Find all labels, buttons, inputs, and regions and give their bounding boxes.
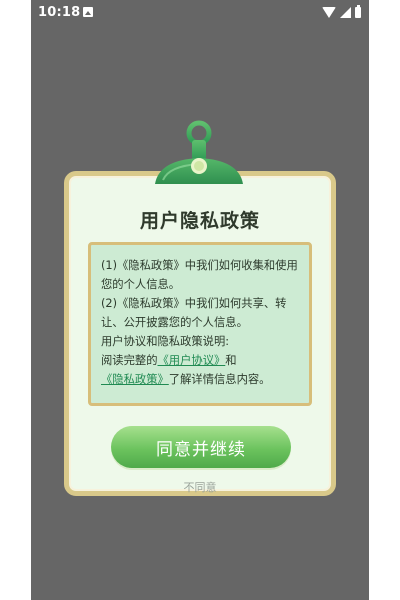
policy-line-4-prefix: 阅读完整的: [101, 354, 158, 367]
policy-line-4-suffix: 了解详情信息内容。: [168, 373, 271, 386]
battery-icon: [355, 5, 361, 18]
status-bar: 10:18: [31, 0, 369, 26]
policy-line-4-middle: 和: [225, 354, 237, 367]
status-icons: [322, 5, 361, 19]
disagree-link[interactable]: 不同意: [69, 479, 331, 495]
policy-line-2: (2)《隐私政策》中我们如何共享、转让、公开披露您的个人信息。: [101, 297, 287, 329]
clipboard-clip-icon: [155, 120, 243, 184]
agree-continue-button[interactable]: 同意并继续: [111, 426, 291, 468]
app-screen: 10:18 用户隐私政策 (1)《隐私政策》中我们如何收集和使用您的个人信息。 …: [31, 0, 369, 600]
policy-line-1: (1)《隐私政策》中我们如何收集和使用您的个人信息。: [101, 259, 298, 291]
user-agreement-link[interactable]: 《用户协议》: [158, 354, 226, 367]
dialog-title: 用户隐私政策: [139, 210, 260, 232]
policy-line-3: 用户协议和隐私政策说明:: [101, 335, 230, 348]
privacy-policy-link[interactable]: 《隐私政策》: [101, 373, 169, 386]
policy-line-4: 阅读完整的《用户协议》和《隐私政策》了解详情信息内容。: [101, 351, 301, 389]
notification-icon: [83, 7, 93, 17]
wifi-icon: [322, 7, 336, 18]
status-time: 10:18: [38, 5, 81, 20]
policy-text-box: (1)《隐私政策》中我们如何收集和使用您的个人信息。 (2)《隐私政策》中我们如…: [88, 242, 312, 406]
signal-icon: [340, 7, 351, 18]
privacy-dialog: 用户隐私政策 (1)《隐私政策》中我们如何收集和使用您的个人信息。 (2)《隐私…: [64, 171, 336, 496]
